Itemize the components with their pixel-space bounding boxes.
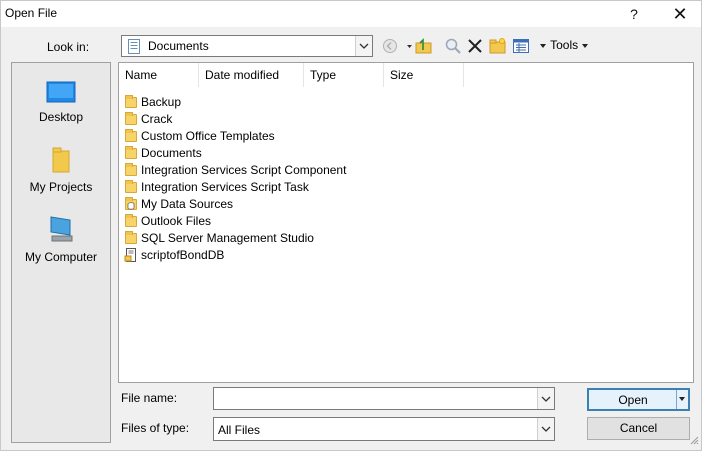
places-bar: Desktop My Projects My Computer	[11, 62, 111, 443]
folder-icon	[124, 230, 138, 245]
file-name-input[interactable]	[213, 387, 555, 410]
tools-menu-button[interactable]: Tools	[539, 38, 589, 52]
delete-icon[interactable]	[466, 37, 484, 55]
list-item[interactable]: Crack	[124, 110, 346, 127]
file-type-value: All Files	[218, 423, 261, 437]
column-header-date-modified[interactable]: Date modified	[199, 63, 304, 87]
help-button[interactable]: ?	[611, 1, 657, 27]
file-name: Documents	[141, 145, 202, 160]
data-source-folder-icon	[124, 196, 138, 211]
list-item[interactable]: Outlook Files	[124, 212, 346, 229]
file-name-label: File name:	[121, 391, 178, 405]
folder-icon	[52, 147, 70, 173]
list-item[interactable]: Integration Services Script Component	[124, 161, 346, 178]
chevron-down-icon	[540, 44, 546, 48]
new-folder-icon[interactable]	[489, 37, 507, 55]
look-in-value: Documents	[148, 39, 209, 53]
cancel-button[interactable]: Cancel	[587, 417, 690, 440]
file-type-label: Files of type:	[121, 421, 190, 435]
close-button[interactable]: ✕	[657, 1, 702, 27]
open-file-dialog: Open File ? ✕ Look in: Documents Tools D…	[0, 0, 702, 451]
place-label: Desktop	[38, 110, 84, 124]
folder-icon	[124, 111, 138, 126]
place-label: My Computer	[24, 250, 98, 264]
file-name: Crack	[141, 111, 173, 126]
folder-icon	[124, 128, 138, 143]
column-header-type[interactable]: Type	[304, 63, 384, 87]
file-name: Integration Services Script Task	[141, 179, 309, 194]
documents-icon	[127, 39, 141, 57]
search-web-icon[interactable]	[444, 37, 462, 55]
window-title: Open File	[5, 6, 58, 20]
folder-icon	[124, 162, 138, 177]
folder-icon	[124, 179, 138, 194]
views-icon[interactable]	[512, 37, 530, 55]
up-folder-icon[interactable]	[406, 37, 434, 55]
column-header-size[interactable]: Size	[384, 63, 464, 87]
place-my-projects[interactable]: My Projects	[12, 147, 110, 194]
chevron-down-icon[interactable]	[355, 36, 372, 56]
resize-grip-icon[interactable]	[689, 434, 699, 448]
list-item[interactable]: My Data Sources	[124, 195, 346, 212]
file-rows: Backup Crack Custom Office Templates Doc…	[124, 93, 346, 263]
tools-label: Tools	[550, 38, 579, 52]
file-name: Custom Office Templates	[141, 128, 275, 143]
computer-icon	[50, 216, 73, 242]
file-name: Integration Services Script Component	[141, 162, 347, 177]
file-name: Outlook Files	[141, 213, 212, 228]
chevron-down-icon[interactable]	[537, 418, 554, 440]
place-desktop[interactable]: Desktop	[12, 81, 110, 124]
list-item[interactable]: Custom Office Templates	[124, 127, 346, 144]
file-type-dropdown[interactable]: All Files	[213, 417, 555, 441]
list-item[interactable]: Documents	[124, 144, 346, 161]
file-name: My Data Sources	[141, 196, 234, 211]
look-in-label: Look in:	[47, 40, 90, 54]
chevron-down-icon	[582, 44, 589, 48]
open-button[interactable]: Open	[587, 388, 690, 411]
folder-icon	[124, 94, 138, 109]
file-name: scriptofBondDB	[141, 247, 225, 262]
place-my-computer[interactable]: My Computer	[12, 215, 110, 264]
place-label: My Projects	[29, 180, 93, 194]
file-name: Backup	[141, 94, 182, 109]
column-header-name[interactable]: Name	[119, 63, 199, 87]
title-bar: Open File ? ✕	[1, 1, 701, 27]
chevron-down-icon[interactable]	[537, 388, 554, 409]
open-button-label: Open	[618, 393, 648, 407]
file-list[interactable]: Name Date modified Type Size Backup Crac…	[118, 62, 694, 383]
look-in-dropdown[interactable]: Documents	[121, 35, 373, 57]
file-name: SQL Server Management Studio	[141, 230, 314, 245]
list-item[interactable]: Backup	[124, 93, 346, 110]
back-icon[interactable]	[381, 37, 399, 55]
list-item[interactable]: SQL Server Management Studio	[124, 229, 346, 246]
desktop-icon	[46, 81, 76, 103]
list-item[interactable]: Integration Services Script Task	[124, 178, 346, 195]
folder-icon	[124, 145, 138, 160]
script-file-icon	[124, 247, 138, 262]
folder-icon	[124, 213, 138, 228]
list-item[interactable]: scriptofBondDB	[124, 246, 346, 263]
open-options-chevron-icon[interactable]	[676, 390, 688, 409]
